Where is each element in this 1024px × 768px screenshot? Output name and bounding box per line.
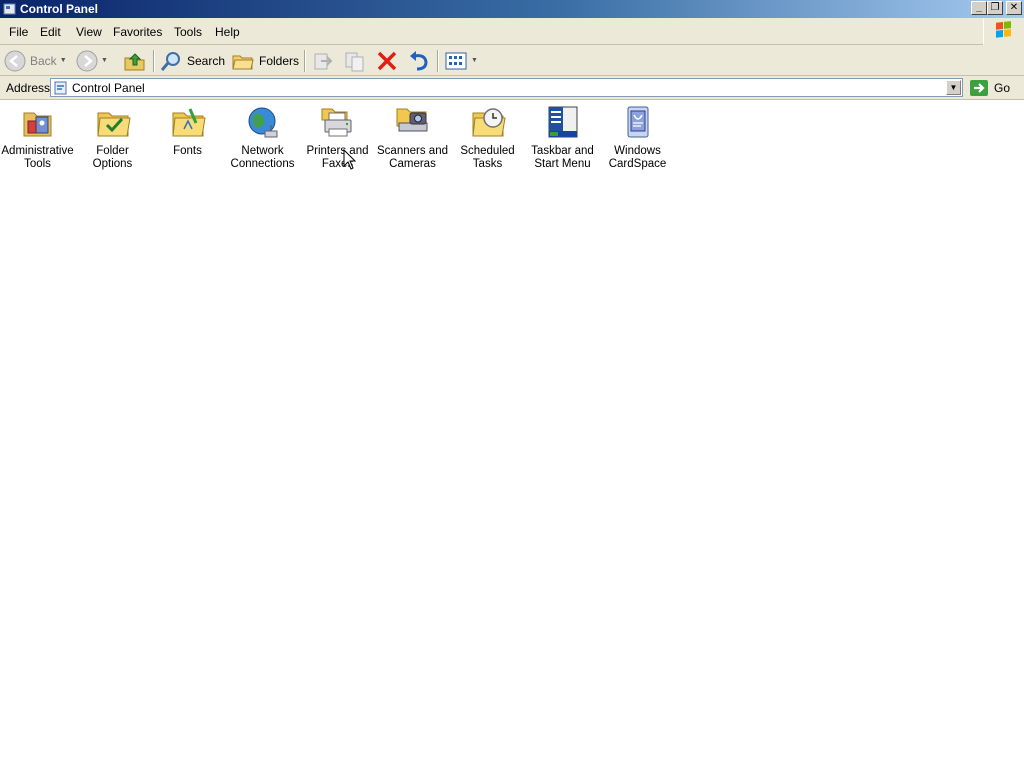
item-label-line2: Tasks (472, 158, 503, 170)
control-panel-item-printers-and-faxes[interactable]: Printers and Faxes (300, 105, 375, 171)
forward-arrow-icon (76, 50, 98, 71)
windows-logo (983, 19, 1024, 45)
mouse-cursor-icon (343, 149, 357, 170)
fonts-icon (171, 108, 206, 137)
control-panel-item-fonts[interactable]: Fonts (150, 105, 225, 158)
restore-button[interactable]: ❐ (987, 1, 1003, 15)
copy-to-icon (345, 52, 364, 71)
back-label: Back (30, 53, 57, 68)
item-label-line2: CardSpace (608, 158, 667, 170)
control-panel-icon (54, 81, 67, 95)
standard-toolbar: Back ▼ ▼ Search Folders ▼ (0, 45, 1024, 76)
administrative-tools-icon (23, 112, 51, 137)
control-panel-item-scheduled-tasks[interactable]: Scheduled Tasks (450, 105, 525, 171)
folder-options-icon (96, 112, 131, 137)
up-folder-icon (124, 52, 145, 70)
back-button[interactable]: Back ▼ (4, 48, 67, 73)
item-label-line1: Folder Options (92, 145, 133, 170)
menu-tools[interactable]: Tools (174, 25, 202, 39)
back-arrow-icon (4, 50, 26, 71)
address-field[interactable]: Control Panel ▼ (50, 78, 963, 97)
item-label-line1: Fonts (173, 145, 202, 157)
windows-flag-icon (996, 21, 1011, 38)
control-panel-item-network-connections[interactable]: Network Connections (225, 105, 300, 171)
search-button[interactable]: Search (159, 48, 225, 73)
forward-button[interactable]: ▼ (76, 48, 108, 73)
printers-faxes-icon (321, 108, 351, 137)
scanners-cameras-icon (396, 108, 427, 132)
item-label-line1: Scanners and (377, 145, 448, 157)
window-title: Control Panel (20, 2, 99, 16)
undo-button[interactable] (407, 48, 431, 73)
item-label-line1: Taskbar and (531, 145, 594, 157)
control-panel-item-administrative-tools[interactable]: Administrative Tools (0, 105, 75, 171)
back-dropdown-icon[interactable]: ▼ (60, 57, 67, 64)
move-to-button[interactable] (311, 48, 335, 73)
delete-button[interactable] (375, 48, 399, 73)
delete-x-icon (377, 51, 397, 70)
search-icon (160, 51, 180, 71)
go-button[interactable]: Go (969, 78, 1010, 98)
address-label: Address (6, 81, 51, 95)
folder-view: Administrative Tools Folder Options Font… (0, 101, 1024, 768)
address-bar: Address Control Panel ▼ Go (0, 76, 1024, 100)
control-panel-item-scanners-and-cameras[interactable]: Scanners and Cameras (375, 105, 450, 171)
control-panel-icon (3, 3, 16, 15)
views-icon (445, 52, 467, 69)
menu-help[interactable]: Help (215, 25, 240, 39)
item-label-line1: Windows (614, 145, 661, 157)
move-to-icon (314, 53, 333, 69)
go-label: Go (994, 81, 1011, 95)
folders-label: Folders (259, 53, 300, 68)
toolbar-separator (304, 50, 306, 72)
item-label-line1: Network (241, 145, 284, 157)
folders-icon (232, 55, 254, 69)
up-folder-button[interactable] (123, 48, 147, 73)
undo-icon (410, 50, 428, 70)
toolbar-separator (437, 50, 439, 72)
forward-dropdown-icon[interactable]: ▼ (101, 57, 108, 64)
menu-edit[interactable]: Edit (40, 25, 61, 39)
folders-button[interactable]: Folders (231, 48, 299, 73)
views-dropdown-icon[interactable]: ▼ (471, 57, 478, 64)
windows-cardspace-icon (627, 106, 648, 138)
minimize-button[interactable]: _ (971, 1, 987, 15)
item-label-line1: Printers and (306, 145, 369, 157)
menu-bar: File Edit View Favorites Tools Help (0, 18, 1024, 45)
go-arrow-icon (970, 80, 988, 96)
control-panel-item-taskbar-and-start-menu[interactable]: Taskbar and Start Menu (525, 105, 600, 171)
address-dropdown-button[interactable]: ▼ (946, 80, 961, 95)
control-panel-item-folder-options[interactable]: Folder Options (75, 105, 150, 171)
address-value: Control Panel (72, 81, 145, 95)
item-label-line2: Start Menu (534, 158, 591, 170)
menu-file[interactable]: File (9, 25, 28, 39)
copy-to-button[interactable] (343, 48, 367, 73)
views-button[interactable]: ▼ (444, 48, 478, 73)
item-label-line2: Cameras (389, 158, 436, 170)
menu-view[interactable]: View (76, 25, 102, 39)
toolbar-separator (153, 50, 155, 72)
close-button[interactable]: ✕ (1006, 1, 1022, 15)
title-bar[interactable]: Control Panel _ ❐ ✕ (0, 0, 1024, 18)
item-label-line1: Scheduled (460, 145, 515, 157)
network-connections-icon (248, 107, 277, 138)
item-label-line2: Connections (230, 158, 295, 170)
item-label-line1: Administrative (1, 145, 74, 157)
control-panel-item-windows-cardspace[interactable]: Windows CardSpace (600, 105, 675, 171)
item-label-line2: Faxes (321, 158, 354, 170)
scheduled-tasks-icon (471, 108, 506, 137)
menu-favorites[interactable]: Favorites (113, 25, 162, 39)
item-label-line2: Tools (24, 158, 51, 170)
search-label: Search (187, 53, 226, 68)
taskbar-start-menu-icon (548, 106, 577, 138)
